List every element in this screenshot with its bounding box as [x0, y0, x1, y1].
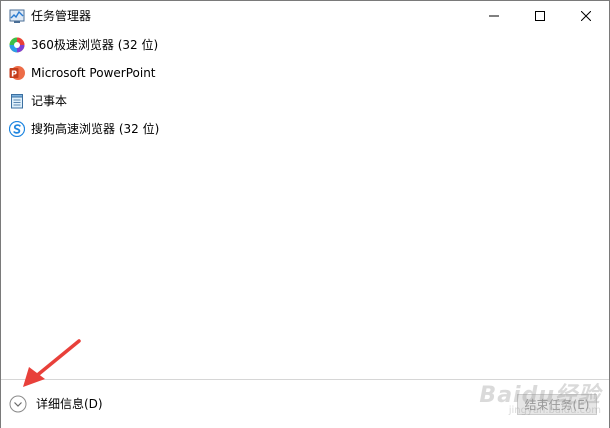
task-label: 记事本: [31, 94, 68, 108]
close-button[interactable]: [563, 1, 609, 31]
minimize-button[interactable]: [471, 1, 517, 31]
maximize-button[interactable]: [517, 1, 563, 31]
task-item-sogou-browser[interactable]: 搜狗高速浏览器 (32 位): [1, 115, 609, 143]
more-details-toggle[interactable]: 详细信息(D): [9, 394, 103, 414]
task-item-powerpoint[interactable]: P Microsoft PowerPoint: [1, 59, 609, 87]
close-icon: [581, 11, 591, 21]
task-label: 搜狗高速浏览器 (32 位): [31, 122, 160, 136]
sogou-browser-icon: [8, 120, 26, 138]
task-manager-window: 任务管理器 360极速浏览器 (32 位) P Microsoft PowerP…: [0, 0, 610, 428]
task-item-360-browser[interactable]: 360极速浏览器 (32 位): [1, 31, 609, 59]
minimize-icon: [489, 15, 499, 17]
end-task-button[interactable]: 结束任务(E): [517, 394, 597, 415]
powerpoint-icon: P: [9, 65, 25, 81]
chevron-down-circle-icon: [9, 395, 27, 413]
360-browser-icon: [9, 37, 25, 53]
notepad-icon: [9, 93, 25, 109]
svg-text:P: P: [11, 70, 17, 79]
more-details-label: 详细信息(D): [36, 397, 103, 411]
maximize-icon: [535, 11, 545, 21]
task-item-notepad[interactable]: 记事本: [1, 87, 609, 115]
task-label: Microsoft PowerPoint: [31, 66, 156, 80]
window-title: 任务管理器: [31, 9, 92, 23]
task-label: 360极速浏览器 (32 位): [31, 38, 159, 52]
title-bar[interactable]: 任务管理器: [1, 1, 609, 31]
footer-bar: 详细信息(D) 结束任务(E): [1, 379, 609, 428]
task-manager-icon: [9, 8, 25, 24]
annotation-arrow: [23, 339, 81, 387]
